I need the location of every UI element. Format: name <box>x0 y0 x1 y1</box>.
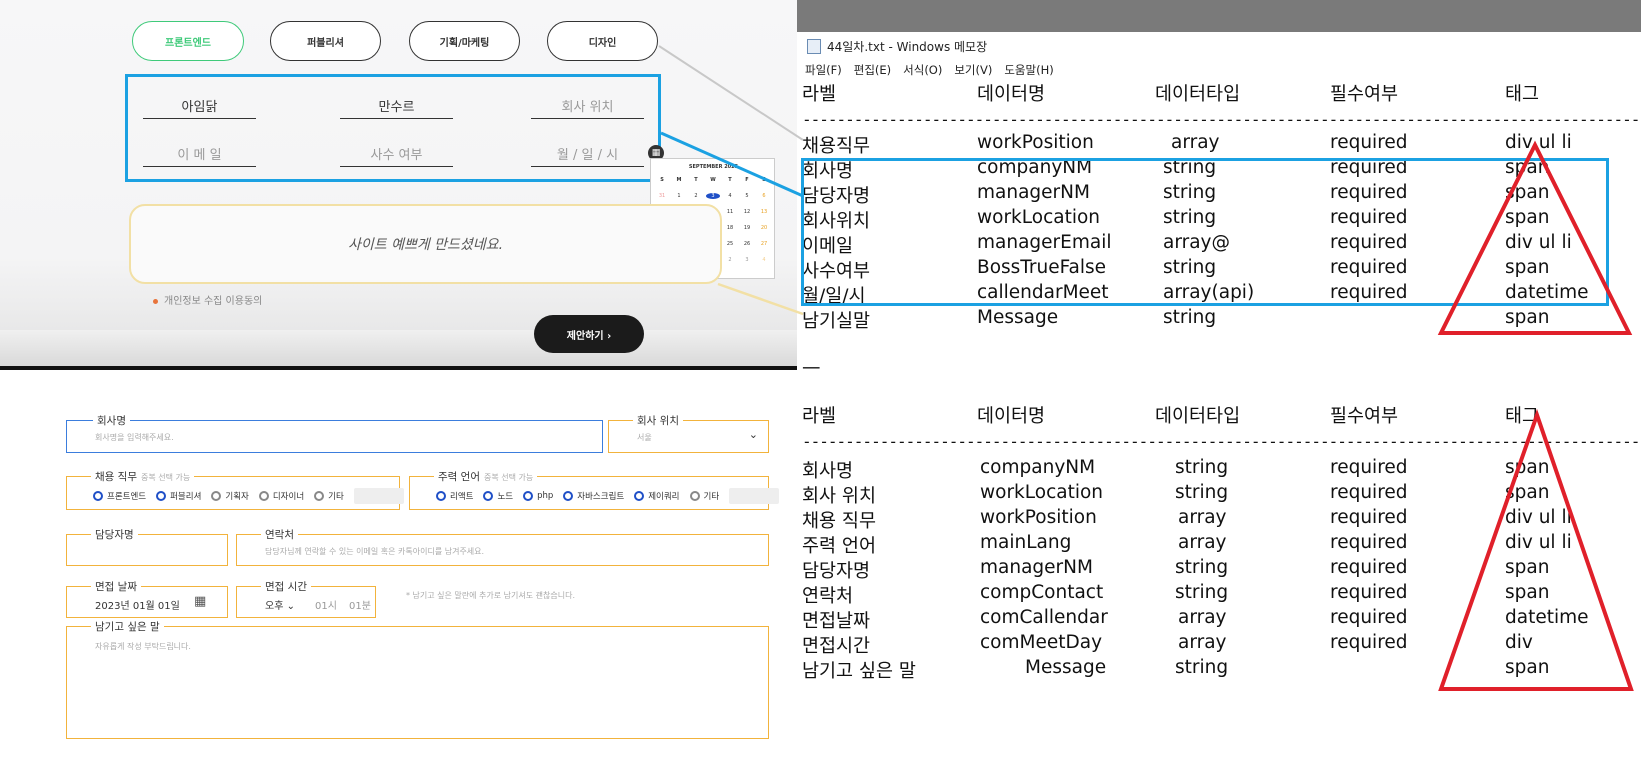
connector-line <box>660 131 804 198</box>
triangle-annotation <box>1437 140 1633 335</box>
connector-line <box>658 45 804 141</box>
triangle-annotation <box>1438 408 1634 691</box>
connector-line <box>717 282 804 316</box>
annotation-overlay <box>658 45 1634 691</box>
